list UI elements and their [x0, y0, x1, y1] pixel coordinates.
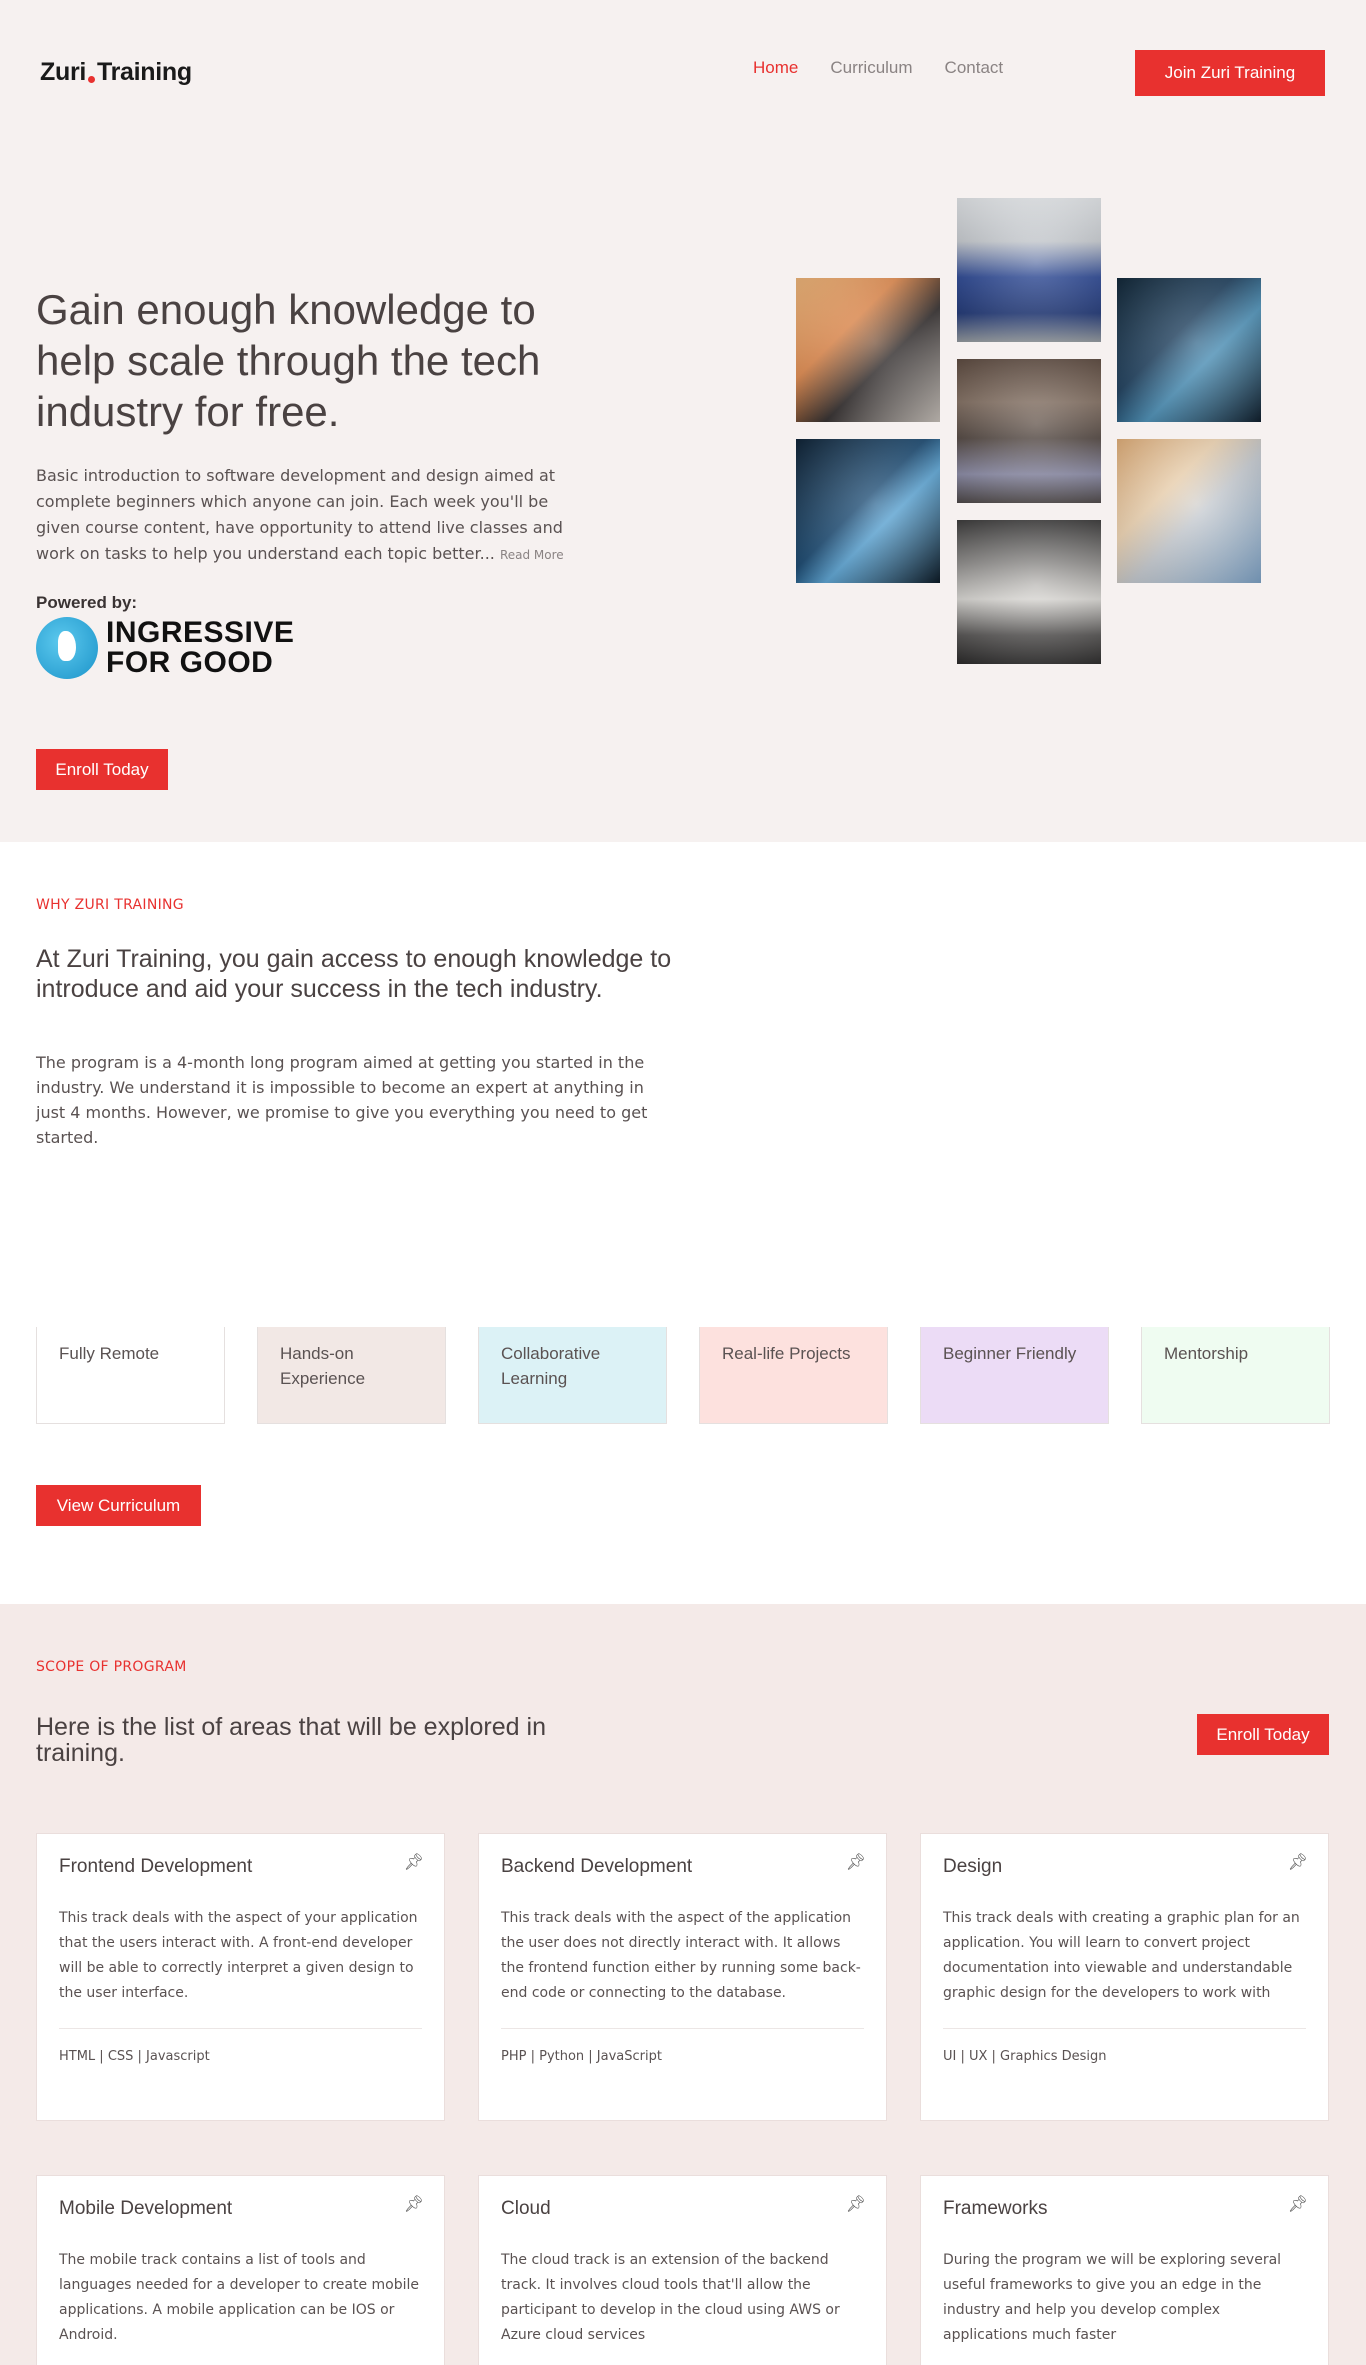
card-description: This track deals with creating a graphic…: [943, 1910, 1300, 2001]
card-title: Backend Development: [501, 1856, 693, 1877]
logo-dot: [88, 76, 96, 83]
powered-by-label: Powered by:: [36, 593, 138, 612]
pin-icon: 📌︎: [845, 2194, 866, 2213]
view-curriculum-button[interactable]: View Curriculum: [36, 1485, 201, 1526]
pin-icon: 📌︎: [403, 2194, 424, 2213]
hero-section: Zuri Training Home Curriculum Contact Jo…: [0, 0, 1366, 842]
photo-coffee-magazine: [1117, 439, 1261, 583]
feature-real-life-projects: Real-life Projects: [699, 1327, 888, 1424]
pin-icon: 📌︎: [845, 1852, 866, 1871]
ingressive-wordmark: INGRESSIVE FOR GOOD: [106, 618, 294, 678]
wordmark-line1: INGRESSIVE: [106, 616, 295, 649]
why-title: At Zuri Training, you gain access to eno…: [36, 945, 672, 1003]
card-title: Design: [943, 1856, 1003, 1877]
feature-collaborative: Collaborative Learning: [478, 1327, 667, 1424]
photo-students-laptop: [796, 278, 940, 422]
pin-icon: 📌︎: [1287, 2194, 1308, 2213]
card-divider: [501, 2028, 864, 2029]
scope-enroll-button[interactable]: Enroll Today: [1197, 1714, 1329, 1755]
enroll-today-button[interactable]: Enroll Today: [36, 749, 168, 790]
card-title: Cloud: [501, 2198, 551, 2219]
logo-text-left: Zuri: [40, 58, 87, 86]
track-card-cloud[interactable]: Cloud 📌︎ The cloud track is an extension…: [478, 2175, 887, 2365]
join-button[interactable]: Join Zuri Training: [1135, 50, 1325, 96]
scope-section: SCOPE OF PROGRAM Here is the list of are…: [0, 1604, 1366, 2365]
track-card-design[interactable]: Design 📌︎ This track deals with creating…: [920, 1833, 1329, 2121]
photo-woman-laptop-dark: [1117, 278, 1261, 422]
card-title: Frameworks: [943, 2198, 1048, 2219]
card-title: Frontend Development: [59, 1856, 253, 1877]
feature-fully-remote: Fully Remote: [36, 1327, 225, 1424]
track-card-mobile[interactable]: Mobile Development 📌︎ The mobile track c…: [36, 2175, 445, 2365]
photo-man-blue-suit: [957, 198, 1101, 342]
globe-icon: [36, 617, 98, 679]
scope-section-label: SCOPE OF PROGRAM: [36, 1659, 187, 1675]
why-section-label: WHY ZURI TRAINING: [36, 897, 184, 913]
card-tags: UI | UX | Graphics Design: [943, 2049, 1107, 2064]
card-description: The cloud track is an extension of the b…: [501, 2252, 840, 2343]
nav-contact[interactable]: Contact: [945, 58, 1004, 78]
main-nav: Home Curriculum Contact: [753, 58, 1035, 78]
wordmark-line2: FOR GOOD: [106, 646, 274, 679]
read-more-link[interactable]: Read More: [500, 548, 564, 562]
feature-mentorship: Mentorship: [1141, 1327, 1330, 1424]
pin-icon: 📌︎: [403, 1852, 424, 1871]
feature-hands-on: Hands-on Experience: [257, 1327, 446, 1424]
card-description: This track deals with the aspect of your…: [59, 1910, 418, 2001]
hero-description-text: Basic introduction to software developme…: [36, 466, 563, 563]
hero-description: Basic introduction to software developme…: [36, 463, 566, 568]
card-title: Mobile Development: [59, 2198, 233, 2219]
nav-home[interactable]: Home: [753, 58, 798, 78]
pin-icon: 📌︎: [1287, 1852, 1308, 1871]
photo-office-space: [957, 520, 1101, 664]
ingressive-logo: INGRESSIVE FOR GOOD: [36, 617, 294, 679]
track-card-frontend[interactable]: Frontend Development 📌︎ This track deals…: [36, 1833, 445, 2121]
card-description: During the program we will be exploring …: [943, 2252, 1282, 2343]
hero-title: Gain enough knowledge to help scale thro…: [36, 286, 541, 435]
card-tags: PHP | Python | JavaScript: [501, 2049, 662, 2064]
photo-group-friends: [957, 359, 1101, 503]
logo-text-right: Training: [97, 58, 192, 86]
track-card-frameworks[interactable]: Frameworks 📌︎ During the program we will…: [920, 2175, 1329, 2365]
scope-title: Here is the list of areas that will be e…: [36, 1713, 546, 1767]
photo-woman-laptop-window: [796, 439, 940, 583]
card-divider: [943, 2028, 1306, 2029]
track-card-backend[interactable]: Backend Development 📌︎ This track deals …: [478, 1833, 887, 2121]
card-tags: HTML | CSS | Javascript: [59, 2049, 210, 2064]
site-logo[interactable]: Zuri Training: [40, 58, 192, 87]
card-description: The mobile track contains a list of tool…: [59, 2252, 420, 2343]
card-divider: [59, 2028, 422, 2029]
card-description: This track deals with the aspect of the …: [501, 1910, 861, 2001]
feature-beginner-friendly: Beginner Friendly: [920, 1327, 1109, 1424]
nav-curriculum[interactable]: Curriculum: [830, 58, 912, 78]
why-description: The program is a 4-month long program ai…: [36, 1053, 648, 1147]
